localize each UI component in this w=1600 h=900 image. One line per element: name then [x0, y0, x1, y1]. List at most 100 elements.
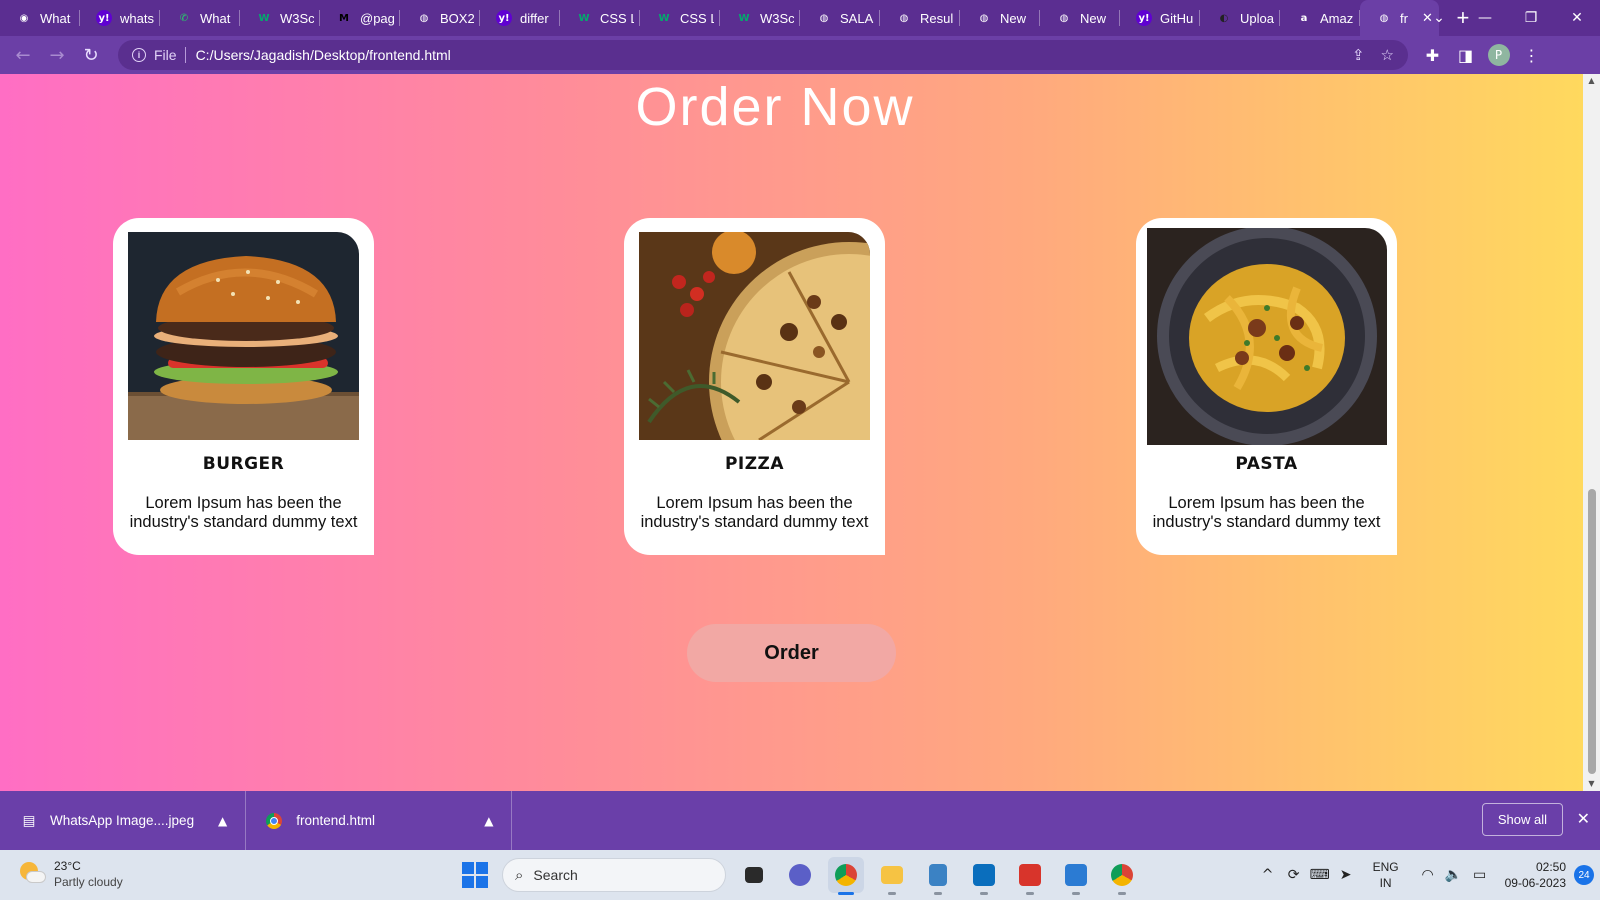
scrollbar-thumb[interactable] — [1588, 489, 1596, 774]
volume-icon[interactable]: 🔈 — [1441, 867, 1467, 883]
scroll-up-icon[interactable]: ▲ — [1583, 74, 1600, 88]
taskbar-search[interactable]: ⌕ Search — [502, 858, 726, 892]
extensions-icon[interactable]: ✚ — [1416, 46, 1449, 65]
browser-tab[interactable]: y! whats — [80, 0, 160, 36]
address-bar[interactable]: i File C:/Users/Jagadish/Desktop/fronten… — [118, 40, 1408, 70]
pizza-image — [639, 232, 870, 440]
file-explorer-icon[interactable] — [874, 857, 910, 895]
notepad-icon[interactable] — [920, 857, 956, 895]
pasta-image — [1147, 228, 1387, 445]
food-card-burger[interactable]: BURGER Lorem Ipsum has been the industry… — [113, 218, 374, 555]
keyboard-icon[interactable]: ⌨ — [1307, 867, 1333, 883]
location-icon[interactable]: ➤ — [1333, 867, 1359, 883]
globe-icon: ◍ — [1059, 12, 1069, 24]
battery-icon[interactable]: ▭ — [1467, 867, 1493, 883]
browser-tab-strip: ◉ What y! whats ✆ What W W3Sc M @pag ◍ BOX2 y! differ… — [0, 0, 1600, 36]
minimize-icon[interactable]: — — [1462, 10, 1508, 26]
image-file-icon: ▤ — [22, 812, 36, 829]
taskbar-apps: ⌕ Search — [462, 856, 1140, 895]
browser-tab[interactable]: ✆ What — [160, 0, 240, 36]
w3schools-icon: W — [738, 12, 750, 24]
weather-widget[interactable]: 23°C Partly cloudy — [18, 858, 123, 890]
search-placeholder: Search — [533, 867, 578, 883]
browser-tab[interactable]: ◍ BOX2 — [400, 0, 480, 36]
browser-tab[interactable]: a Amaz — [1280, 0, 1360, 36]
browser-tab[interactable]: y! GitHu — [1120, 0, 1200, 36]
clock-date: 09-06-2023 — [1504, 876, 1566, 890]
tab-title: New — [1080, 10, 1107, 26]
browser-tab[interactable]: ◐ Uploa — [1200, 0, 1280, 36]
download-filename: frontend.html — [296, 813, 376, 828]
tab-list: ◉ What y! whats ✆ What W W3Sc M @pag ◍ BOX2 y! differ… — [0, 0, 1439, 36]
chevron-up-icon[interactable]: ▲ — [484, 814, 493, 828]
browser-tab[interactable]: ◍ New — [960, 0, 1040, 36]
burger-image — [128, 232, 359, 440]
photos-icon[interactable] — [1058, 857, 1094, 895]
chevron-up-icon[interactable]: ^ — [1255, 867, 1281, 883]
browser-tab[interactable]: W W3Sc — [240, 0, 320, 36]
page-scrollbar[interactable]: ▲ ▼ — [1583, 74, 1600, 791]
card-title: PASTA — [1235, 454, 1298, 474]
tab-title: Resul — [920, 10, 954, 26]
browser-tab[interactable]: ◍ Resul — [880, 0, 960, 36]
chrome-icon — [266, 812, 283, 829]
food-card-pizza[interactable]: PIZZA Lorem Ipsum has been the industry'… — [624, 218, 885, 555]
food-card-pasta[interactable]: PASTA Lorem Ipsum has been the industry'… — [1136, 218, 1397, 555]
windows-start-icon[interactable] — [462, 862, 488, 888]
chrome-taskbar-icon[interactable] — [828, 857, 864, 895]
downloads-bar: ▤ WhatsApp Image....jpeg ▲ frontend.html… — [0, 791, 1600, 850]
tab-title: What — [40, 10, 71, 26]
close-window-icon[interactable]: ✕ — [1554, 10, 1600, 26]
scroll-down-icon[interactable]: ▼ — [1583, 777, 1600, 791]
url-text[interactable]: C:/Users/Jagadish/Desktop/frontend.html — [196, 47, 451, 63]
chevron-up-icon[interactable]: ▲ — [218, 814, 227, 828]
store-icon[interactable] — [966, 857, 1002, 895]
browser-tab[interactable]: W CSS L — [640, 0, 720, 36]
whatsapp-icon: ✆ — [179, 12, 189, 24]
browser-tab[interactable]: y! differ — [480, 0, 560, 36]
download-item-whatsapp-image[interactable]: ▤ WhatsApp Image....jpeg ▲ — [0, 791, 247, 850]
browser-tab[interactable]: W W3Sc — [720, 0, 800, 36]
language-indicator[interactable]: ENG IN — [1373, 859, 1399, 891]
bookmark-star-icon[interactable]: ☆ — [1381, 46, 1394, 64]
share-icon[interactable]: ⇪ — [1352, 46, 1365, 64]
tab-title: @pag — [360, 10, 394, 26]
forward-icon[interactable]: → — [40, 40, 74, 70]
tab-title: Amaz — [1320, 10, 1354, 26]
yahoo-icon: y! — [96, 10, 112, 26]
teams-chat-icon[interactable] — [782, 857, 818, 893]
tab-title: CSS L — [600, 10, 634, 26]
side-panel-icon[interactable]: ◨ — [1449, 46, 1482, 65]
browser-tab[interactable]: W CSS L — [560, 0, 640, 36]
tab-search-icon[interactable]: ⌄ — [1416, 10, 1462, 26]
back-icon[interactable]: ← — [6, 40, 40, 70]
card-description: Lorem Ipsum has been the industry's stan… — [129, 494, 358, 531]
browser-tab[interactable]: ◉ What — [0, 0, 80, 36]
page-viewport: Order Now BURGER Lorem Ipsum has been th… — [0, 74, 1583, 791]
profile-avatar[interactable]: P — [1482, 44, 1515, 66]
chrome-profile-icon[interactable] — [1104, 857, 1140, 895]
site-info-icon[interactable]: i — [132, 48, 146, 62]
menu-kebab-icon[interactable]: ⋮ — [1515, 46, 1548, 65]
globe-icon: ◍ — [419, 12, 429, 24]
show-all-downloads-button[interactable]: Show all — [1481, 803, 1563, 836]
restore-icon[interactable]: ❐ — [1508, 10, 1554, 26]
close-downloads-icon[interactable]: ✕ — [1577, 809, 1590, 828]
notification-badge[interactable]: 24 — [1574, 865, 1594, 885]
reload-icon[interactable]: ↻ — [74, 40, 108, 70]
wps-office-icon[interactable] — [1012, 857, 1048, 895]
chrome-icon: ◉ — [19, 12, 29, 24]
browser-tab[interactable]: ◍ New — [1040, 0, 1120, 36]
tab-title: CSS L — [680, 10, 714, 26]
w3schools-icon: W — [578, 12, 590, 24]
order-button[interactable]: Order — [687, 624, 896, 682]
tab-title: SALA — [840, 10, 874, 26]
browser-tab[interactable]: ◍ SALA — [800, 0, 880, 36]
tab-title: GitHu — [1160, 10, 1194, 26]
download-item-frontend-html[interactable]: frontend.html ▲ — [246, 791, 513, 850]
task-view-icon[interactable] — [736, 857, 772, 893]
wifi-icon[interactable]: ◠ — [1415, 867, 1441, 883]
browser-tab[interactable]: M @pag — [320, 0, 400, 36]
clock[interactable]: 02:50 09-06-2023 — [1505, 859, 1566, 891]
sync-icon[interactable]: ⟳ — [1281, 867, 1307, 883]
